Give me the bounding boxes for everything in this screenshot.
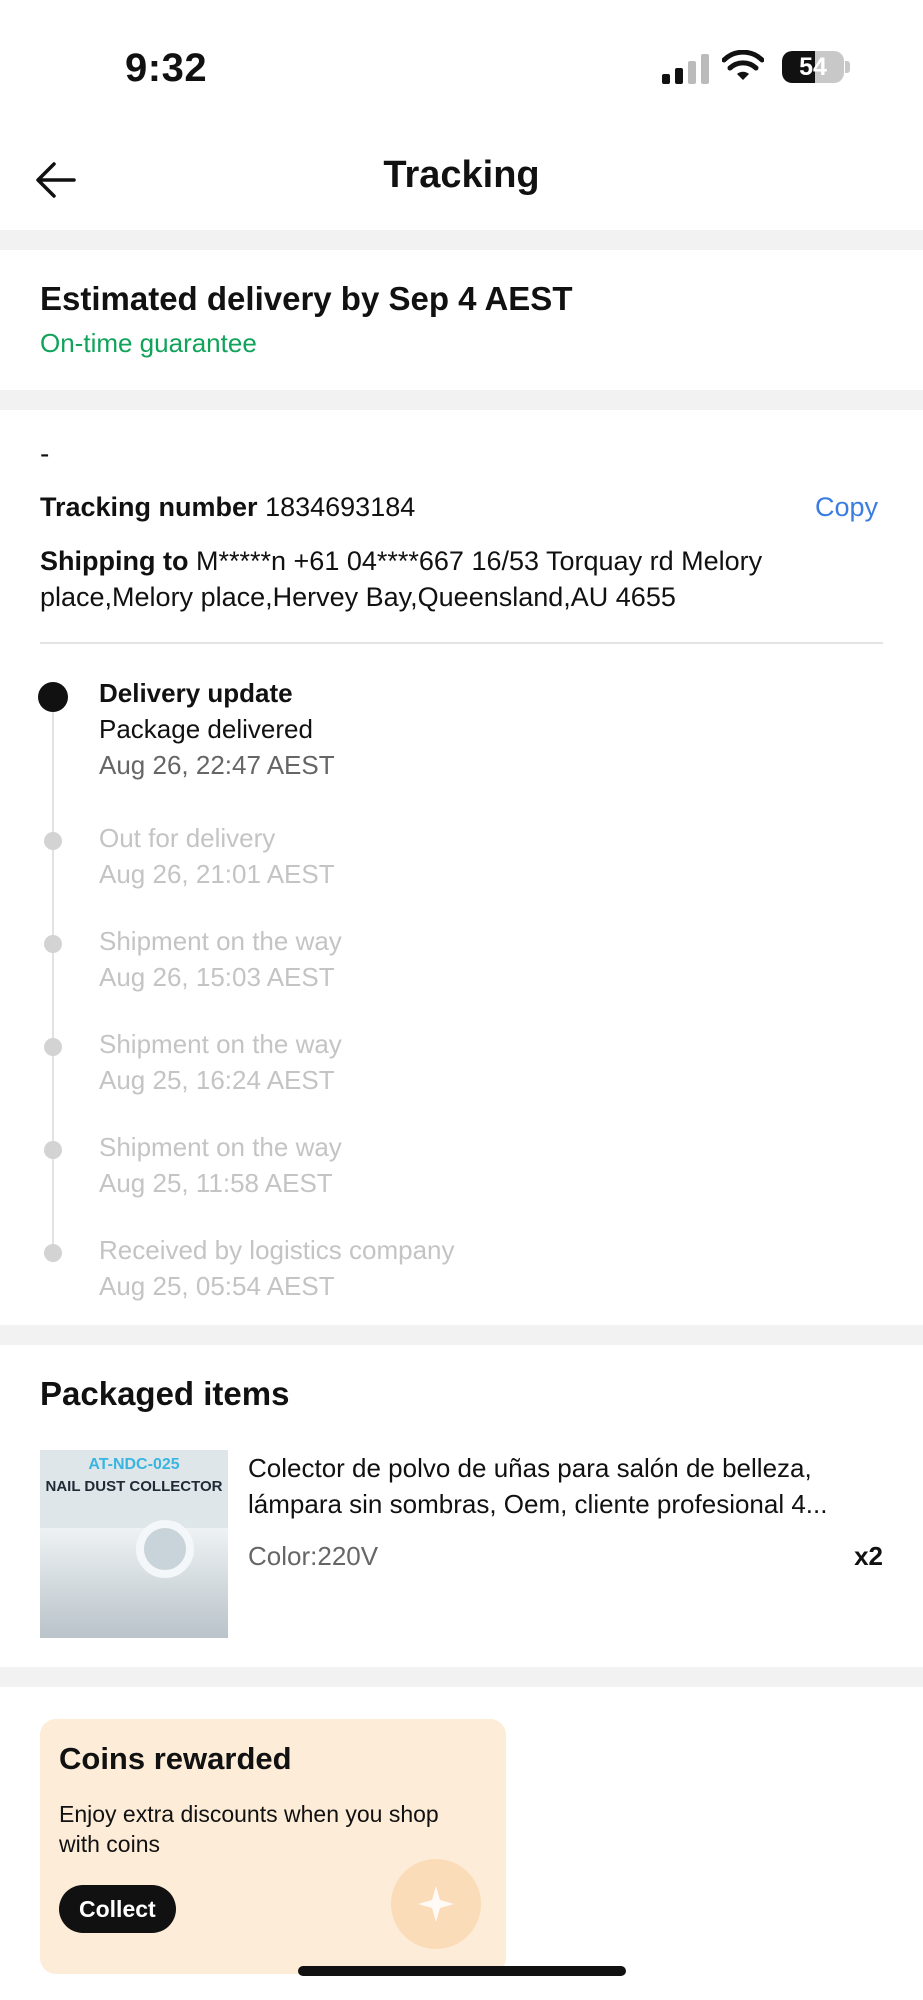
timeline-status: Shipment on the way [99, 926, 342, 956]
timeline-dot-active [38, 682, 68, 712]
page-title: Tracking [383, 154, 540, 196]
tracking-number-label: Tracking number [40, 492, 258, 522]
timeline-heading: Delivery update [99, 678, 293, 708]
shipping-address: Shipping to M*****n +61 04****667 16/53 … [40, 543, 860, 615]
product-quantity: x2 [854, 1541, 883, 1571]
timeline-line [52, 690, 54, 1246]
timeline-time: Aug 25, 05:54 AEST [99, 1271, 335, 1301]
home-indicator [298, 1966, 626, 1976]
timeline-dot [44, 935, 62, 953]
battery-tip [845, 61, 850, 73]
divider [40, 642, 883, 644]
status-time: 9:32 [125, 46, 208, 90]
timeline-dot [44, 1038, 62, 1056]
copy-button[interactable]: Copy [815, 492, 878, 523]
coins-description: Enjoy extra discounts when you shop with… [59, 1801, 439, 1857]
on-time-guarantee-link[interactable]: On-time guarantee [40, 328, 257, 359]
estimated-delivery-card: Estimated delivery by Sep 4 AEST On-time… [0, 250, 923, 390]
timeline-status: Package delivered [99, 714, 313, 744]
sparkle-icon [391, 1859, 481, 1949]
timeline-status: Shipment on the way [99, 1132, 342, 1162]
timeline-dot [44, 1244, 62, 1262]
coins-title: Coins rewarded [59, 1741, 292, 1776]
product-variant: Color:220V [248, 1541, 379, 1571]
wifi-icon [722, 50, 764, 80]
product-image-code: AT-NDC-025 [88, 1456, 180, 1473]
timeline-time: Aug 26, 21:01 AEST [99, 859, 335, 889]
timeline-status: Received by logistics company [99, 1235, 455, 1265]
timeline-time: Aug 25, 16:24 AEST [99, 1065, 335, 1095]
collect-button[interactable]: Collect [59, 1885, 176, 1933]
product-image-title: NAIL DUST COLLECTOR [45, 1478, 223, 1495]
timeline-dot [44, 832, 62, 850]
carrier-name: - [40, 438, 50, 469]
product-image-lamp [136, 1520, 194, 1578]
coins-card: Coins rewarded Enjoy extra discounts whe… [0, 1687, 923, 2000]
shipping-to-label: Shipping to [40, 546, 189, 576]
tracking-number-value: 1834693184 [265, 492, 416, 522]
nav-bar: Tracking [0, 130, 923, 230]
battery-icon: 54 [782, 51, 844, 83]
tracking-number-row: Tracking number 1834693184 [40, 492, 415, 523]
coins-rewarded-banner: Coins rewarded Enjoy extra discounts whe… [40, 1719, 506, 1974]
status-bar: 9:32 54 [0, 0, 923, 130]
product-image-room [40, 1528, 228, 1638]
timeline-time: Aug 25, 11:58 AEST [99, 1168, 333, 1198]
estimated-delivery-title: Estimated delivery by Sep 4 AEST [40, 280, 573, 317]
tracking-card: - Tracking number 1834693184 Copy Shippi… [0, 410, 923, 1325]
timeline-time: Aug 26, 22:47 AEST [99, 750, 335, 780]
timeline-status: Shipment on the way [99, 1029, 342, 1059]
product-name[interactable]: Colector de polvo de uñas para salón de … [248, 1450, 888, 1522]
packaged-items-title: Packaged items [40, 1375, 290, 1412]
packaged-items-card: Packaged items AT-NDC-025 NAIL DUST COLL… [0, 1345, 923, 1667]
timeline-dot [44, 1141, 62, 1159]
product-image[interactable]: AT-NDC-025 NAIL DUST COLLECTOR [40, 1450, 228, 1638]
timeline-time: Aug 26, 15:03 AEST [99, 962, 335, 992]
battery-percent: 54 [799, 52, 827, 81]
cellular-signal-icon [662, 54, 709, 84]
timeline-status: Out for delivery [99, 823, 276, 853]
